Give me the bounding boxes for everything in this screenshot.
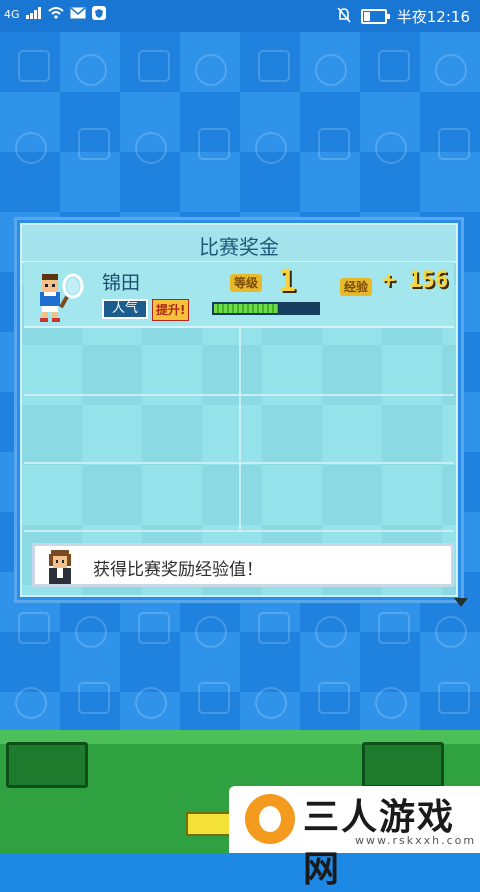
robot-pattern-icon	[78, 682, 110, 714]
robot-pattern-icon	[258, 612, 290, 644]
manager-avatar-icon	[43, 548, 77, 584]
continue-arrow-icon[interactable]	[454, 598, 468, 607]
experience-bar-fill	[214, 304, 279, 313]
popularity-badge: 人气	[102, 299, 148, 319]
empty-player-row	[24, 396, 454, 464]
racket-pattern-icon	[435, 54, 467, 86]
racket-pattern-icon	[135, 687, 167, 719]
player-name: 锦田	[102, 272, 141, 294]
battery-level-fill	[363, 12, 371, 21]
robot-pattern-icon	[318, 682, 350, 714]
match-prize-dialog: 比赛奖金 锦田 人气 提升! 等级 1 经验 + 156 获得比赛奖励经验值！	[14, 217, 464, 603]
experience-label: 经验	[340, 278, 373, 296]
racket-pattern-icon	[255, 132, 287, 164]
empty-player-row	[24, 464, 454, 532]
racket-pattern-icon	[315, 616, 347, 648]
watermark-logo-icon	[245, 794, 295, 844]
racket-pattern-icon	[315, 54, 347, 86]
wifi-icon	[47, 7, 64, 22]
battery-icon	[360, 9, 390, 24]
mail-icon	[70, 7, 86, 22]
robot-pattern-icon	[318, 128, 350, 160]
racket-pattern-icon	[435, 616, 467, 648]
player-row[interactable]: 锦田 人气 提升! 等级 1 经验 + 156	[24, 262, 454, 328]
racket-pattern-icon	[15, 132, 47, 164]
shield-app-icon	[91, 6, 106, 23]
racket-pattern-icon	[15, 687, 47, 719]
mute-icon	[337, 6, 351, 27]
robot-pattern-icon	[378, 50, 410, 82]
message-box[interactable]: 获得比赛奖励经验值！	[32, 543, 454, 587]
watermark-url: www.rskxxh.com	[355, 834, 477, 847]
robot-pattern-icon	[198, 682, 230, 714]
row-divider	[239, 328, 241, 394]
dialog-panel: 比赛奖金 锦田 人气 提升! 等级 1 经验 + 156 获得比赛奖励经验值！	[20, 223, 458, 597]
robot-pattern-icon	[18, 612, 50, 644]
racket-pattern-icon	[255, 687, 287, 719]
robot-pattern-icon	[18, 50, 50, 82]
dialog-title: 比赛奖金	[199, 235, 279, 259]
robot-pattern-icon	[438, 682, 470, 714]
racket-pattern-icon	[195, 54, 227, 86]
robot-pattern-icon	[198, 128, 230, 160]
racket-pattern-icon	[75, 54, 107, 86]
robot-pattern-icon	[138, 50, 170, 82]
robot-pattern-icon	[378, 612, 410, 644]
robot-pattern-icon	[78, 128, 110, 160]
level-label: 等级	[230, 274, 263, 292]
dialog-title-bar: 比赛奖金	[22, 225, 456, 263]
robot-pattern-icon	[438, 128, 470, 160]
player-avatar-icon	[32, 270, 86, 322]
signal-icon	[25, 7, 42, 22]
left-menu-button[interactable]	[6, 742, 88, 788]
racket-pattern-icon	[75, 616, 107, 648]
robot-pattern-icon	[138, 612, 170, 644]
row-divider	[239, 464, 241, 530]
racket-pattern-icon	[375, 132, 407, 164]
promoted-badge: 提升!	[152, 299, 190, 321]
right-menu-button[interactable]	[362, 742, 444, 788]
clock-time: 半夜12:16	[396, 8, 470, 26]
site-watermark: 三人游戏网 www.rskxxh.com	[229, 786, 480, 890]
experience-gain: + 156	[382, 268, 449, 293]
robot-pattern-icon	[258, 50, 290, 82]
level-value: 1	[278, 264, 297, 299]
empty-player-row	[24, 328, 454, 396]
racket-pattern-icon	[195, 616, 227, 648]
row-divider	[239, 396, 241, 462]
experience-bar	[212, 302, 320, 315]
status-bar: 4G 半夜12:16	[0, 0, 480, 32]
message-text: 获得比赛奖励经验值！	[93, 560, 263, 580]
racket-pattern-icon	[135, 132, 167, 164]
racket-pattern-icon	[375, 687, 407, 719]
network-type: 4G	[4, 8, 20, 21]
